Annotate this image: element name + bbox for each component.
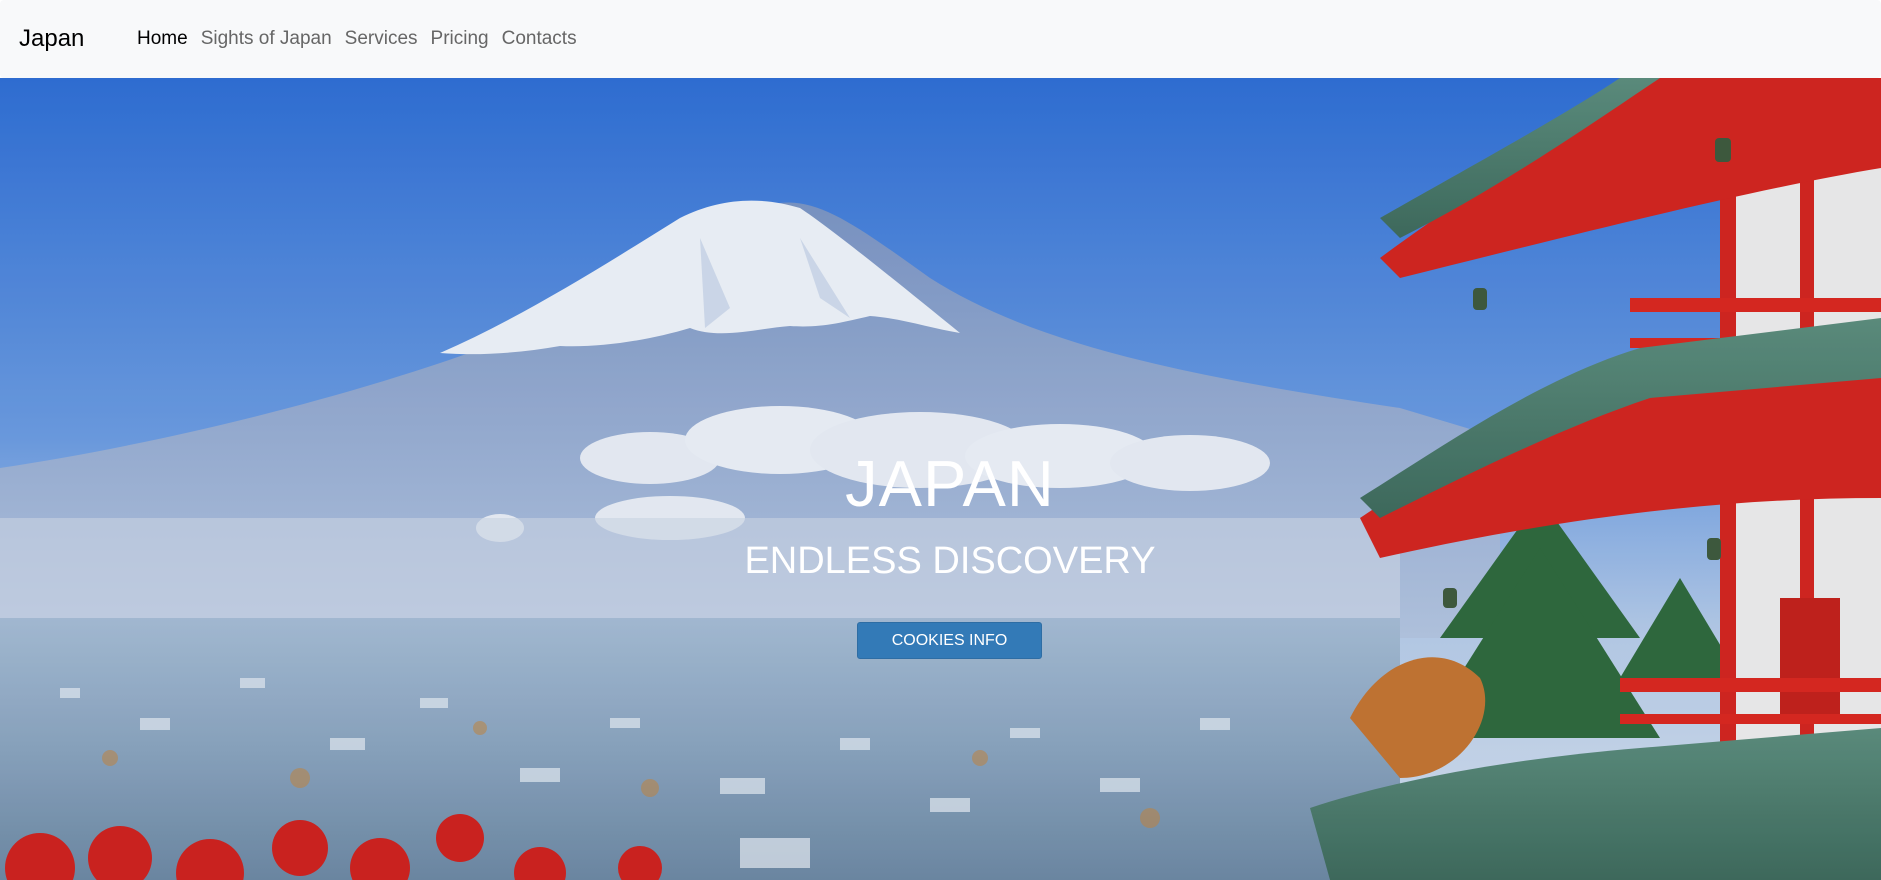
hero-title: JAPAN [845,447,1055,520]
navbar: Japan Home Sights of Japan Services Pric… [0,0,1881,78]
hero-section: JAPAN ENDLESS DISCOVERY COOKIES INFO [0,78,1881,880]
nav-link-home[interactable]: Home [137,28,188,50]
nav-link-sights[interactable]: Sights of Japan [201,28,332,50]
hero-subtitle: ENDLESS DISCOVERY [744,540,1156,582]
nav-link-contacts[interactable]: Contacts [502,28,577,50]
nav-link-services[interactable]: Services [345,28,418,50]
nav-link-pricing[interactable]: Pricing [431,28,489,50]
brand-link[interactable]: Japan [19,25,84,53]
nav-links: Home Sights of Japan Services Pricing Co… [137,28,590,50]
cookies-info-button[interactable]: COOKIES INFO [857,622,1042,659]
